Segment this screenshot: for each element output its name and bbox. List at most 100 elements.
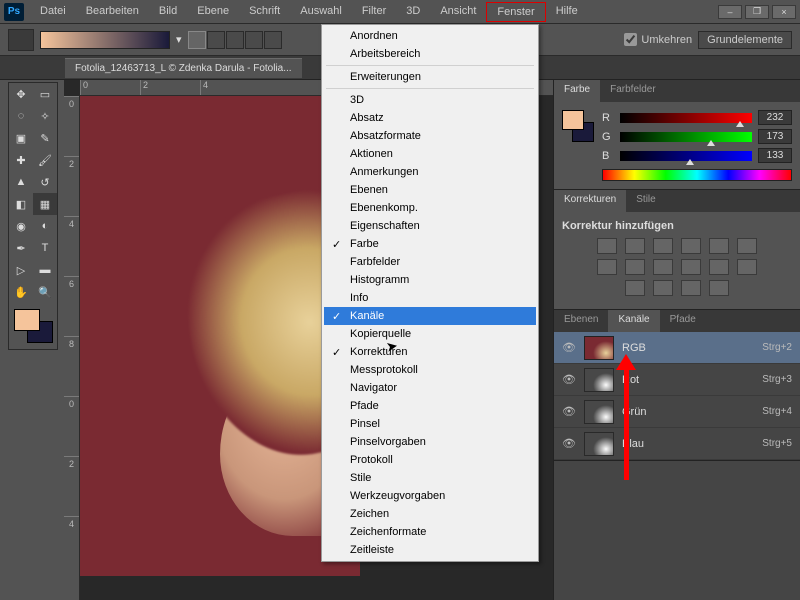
document-tab[interactable]: Fotolia_12463713_L © Zdenka Darula - Fot…: [65, 58, 302, 78]
adj-icon[interactable]: [625, 238, 645, 254]
eraser-tool-icon[interactable]: ◧: [9, 193, 33, 215]
tool-preset[interactable]: [8, 29, 34, 51]
g-value[interactable]: 173: [758, 129, 792, 144]
channel-row[interactable]: 👁BlauStrg+5: [554, 428, 800, 460]
channel-row[interactable]: 👁GrünStrg+4: [554, 396, 800, 428]
menuitem-info[interactable]: Info: [324, 289, 536, 307]
visibility-icon[interactable]: 👁: [562, 373, 576, 386]
visibility-icon[interactable]: 👁: [562, 437, 576, 450]
menuitem-aktionen[interactable]: Aktionen: [324, 145, 536, 163]
panel-swatches[interactable]: [562, 110, 592, 142]
menuitem-kanäle[interactable]: ✓Kanäle: [324, 307, 536, 325]
zoom-tool-icon[interactable]: 🔍: [33, 281, 57, 303]
tab-kanäle[interactable]: Kanäle: [608, 310, 659, 332]
gradient-preview[interactable]: [40, 31, 170, 49]
menuitem-messprotokoll[interactable]: Messprotokoll: [324, 361, 536, 379]
menuitem-navigator[interactable]: Navigator: [324, 379, 536, 397]
brush-tool-icon[interactable]: 🖌: [33, 149, 57, 171]
move-tool-icon[interactable]: ✥: [9, 83, 33, 105]
menu-filter[interactable]: Filter: [352, 2, 396, 22]
menuitem-stile[interactable]: Stile: [324, 469, 536, 487]
tab-farbfelder[interactable]: Farbfelder: [600, 80, 666, 102]
tab-farbe[interactable]: Farbe: [554, 80, 600, 102]
crop-tool-icon[interactable]: ▣: [9, 127, 33, 149]
adj-icon[interactable]: [681, 280, 701, 296]
adj-icon[interactable]: [653, 238, 673, 254]
adj-icon[interactable]: [709, 259, 729, 275]
menu-bearbeiten[interactable]: Bearbeiten: [76, 2, 149, 22]
menuitem-eigenschaften[interactable]: Eigenschaften: [324, 217, 536, 235]
tab-korrekturen[interactable]: Korrekturen: [554, 190, 626, 212]
menu-ansicht[interactable]: Ansicht: [430, 2, 486, 22]
gradient-linear-icon[interactable]: [188, 31, 206, 49]
color-swatches[interactable]: [9, 307, 57, 349]
close-button[interactable]: ×: [772, 5, 796, 19]
menu-datei[interactable]: Datei: [30, 2, 76, 22]
menuitem-erweiterungen[interactable]: Erweiterungen: [324, 68, 536, 86]
menuitem-protokoll[interactable]: Protokoll: [324, 451, 536, 469]
menu-ebene[interactable]: Ebene: [187, 2, 239, 22]
canvas-image[interactable]: [80, 96, 360, 576]
pen-tool-icon[interactable]: ✒: [9, 237, 33, 259]
menuitem-anmerkungen[interactable]: Anmerkungen: [324, 163, 536, 181]
b-value[interactable]: 133: [758, 148, 792, 163]
tab-stile[interactable]: Stile: [626, 190, 665, 212]
gradient-tool-icon[interactable]: ▦: [33, 193, 57, 215]
visibility-icon[interactable]: 👁: [562, 405, 576, 418]
minimize-button[interactable]: –: [718, 5, 742, 19]
adj-icon[interactable]: [709, 238, 729, 254]
hue-strip[interactable]: [602, 169, 792, 181]
menu-fenster[interactable]: Fenster: [486, 2, 545, 22]
gradient-diamond-icon[interactable]: [264, 31, 282, 49]
g-slider[interactable]: [620, 132, 752, 142]
path-select-icon[interactable]: ▷: [9, 259, 33, 281]
channel-row[interactable]: 👁RGBStrg+2: [554, 332, 800, 364]
menu-auswahl[interactable]: Auswahl: [290, 2, 352, 22]
reverse-checkbox[interactable]: Umkehren: [624, 33, 692, 46]
menuitem-farbe[interactable]: ✓Farbe: [324, 235, 536, 253]
gradient-angle-icon[interactable]: [226, 31, 244, 49]
adj-icon[interactable]: [709, 280, 729, 296]
b-slider[interactable]: [620, 151, 752, 161]
history-brush-icon[interactable]: ↺: [33, 171, 57, 193]
menuitem-ebenenkomp.[interactable]: Ebenenkomp.: [324, 199, 536, 217]
menu-bild[interactable]: Bild: [149, 2, 187, 22]
menuitem-farbfelder[interactable]: Farbfelder: [324, 253, 536, 271]
r-value[interactable]: 232: [758, 110, 792, 125]
menuitem-pinsel[interactable]: Pinsel: [324, 415, 536, 433]
r-slider[interactable]: [620, 113, 752, 123]
marquee-tool-icon[interactable]: ▭: [33, 83, 57, 105]
menuitem-anordnen[interactable]: Anordnen: [324, 27, 536, 45]
shape-tool-icon[interactable]: ▬: [33, 259, 57, 281]
adj-icon[interactable]: [737, 259, 757, 275]
visibility-icon[interactable]: 👁: [562, 341, 576, 354]
adj-icon[interactable]: [597, 259, 617, 275]
menuitem-korrekturen[interactable]: ✓Korrekturen: [324, 343, 536, 361]
menu-3d[interactable]: 3D: [396, 2, 430, 22]
maximize-button[interactable]: ❐: [745, 5, 769, 19]
eyedropper-tool-icon[interactable]: ✎: [33, 127, 57, 149]
menuitem-absatzformate[interactable]: Absatzformate: [324, 127, 536, 145]
menuitem-pfade[interactable]: Pfade: [324, 397, 536, 415]
menuitem-zeitleiste[interactable]: Zeitleiste: [324, 541, 536, 559]
menu-schrift[interactable]: Schrift: [239, 2, 290, 22]
adj-icon[interactable]: [625, 280, 645, 296]
tab-pfade[interactable]: Pfade: [660, 310, 706, 332]
menuitem-absatz[interactable]: Absatz: [324, 109, 536, 127]
menuitem-werkzeugvorgaben[interactable]: Werkzeugvorgaben: [324, 487, 536, 505]
menuitem-histogramm[interactable]: Histogramm: [324, 271, 536, 289]
adj-icon[interactable]: [625, 259, 645, 275]
menuitem-ebenen[interactable]: Ebenen: [324, 181, 536, 199]
menuitem-arbeitsbereich[interactable]: Arbeitsbereich: [324, 45, 536, 63]
channel-row[interactable]: 👁RotStrg+3: [554, 364, 800, 396]
menu-hilfe[interactable]: Hilfe: [546, 2, 588, 22]
adj-icon[interactable]: [597, 238, 617, 254]
menuitem-zeichen[interactable]: Zeichen: [324, 505, 536, 523]
essentials-button[interactable]: Grundelemente: [698, 31, 792, 49]
adj-icon[interactable]: [681, 238, 701, 254]
dodge-tool-icon[interactable]: ◐: [33, 215, 57, 237]
adj-icon[interactable]: [681, 259, 701, 275]
adj-icon[interactable]: [653, 280, 673, 296]
menuitem-pinselvorgaben[interactable]: Pinselvorgaben: [324, 433, 536, 451]
adj-icon[interactable]: [737, 238, 757, 254]
